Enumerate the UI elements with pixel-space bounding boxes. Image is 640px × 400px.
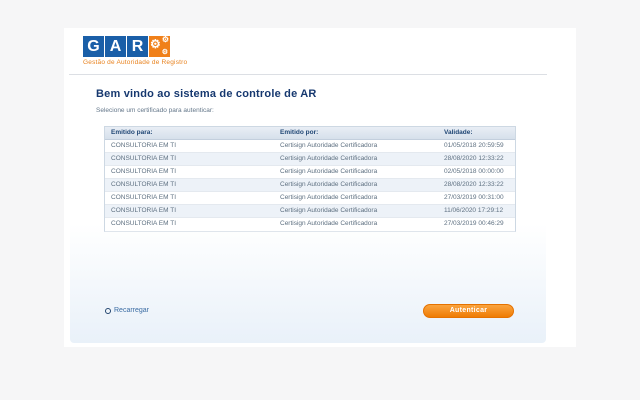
reload-link[interactable]: Recarregar [105, 307, 149, 314]
footer-controls: Recarregar Autenticar [104, 304, 516, 319]
cell-validade: 11/06/2020 17:29:12 [444, 207, 504, 214]
cell-validade: 01/05/2018 20:59:59 [444, 142, 504, 149]
cell-emitido-para: CONSULTORIA EM TI [111, 194, 177, 201]
cell-emitido-por: Certisign Autoridade Certificadora [280, 194, 378, 201]
cell-emitido-para: CONSULTORIA EM TI [111, 220, 177, 227]
cell-emitido-por: Certisign Autoridade Certificadora [280, 220, 378, 227]
certificate-table: Emitido para: Emitido por: Validade: CON… [104, 126, 516, 232]
logo-letter-g: G [83, 36, 104, 57]
gar-logo[interactable]: G A R ⚙ ⚙ ⚙ Gestão de Autoridade de Regi… [83, 36, 187, 66]
cell-emitido-para: CONSULTORIA EM TI [111, 168, 177, 175]
logo-letter-r: R [127, 36, 148, 57]
logo-letter-a: A [105, 36, 126, 57]
cell-emitido-para: CONSULTORIA EM TI [111, 142, 177, 149]
cell-validade: 27/03/2019 00:31:00 [444, 194, 504, 201]
table-header-row: Emitido para: Emitido por: Validade: [105, 127, 515, 140]
table-row[interactable]: CONSULTORIA EM TI Certisign Autoridade Ce… [105, 218, 515, 231]
header-divider [69, 74, 547, 75]
cell-emitido-por: Certisign Autoridade Certificadora [280, 181, 378, 188]
cell-emitido-por: Certisign Autoridade Certificadora [280, 168, 378, 175]
cell-emitido-por: Certisign Autoridade Certificadora [280, 207, 378, 214]
cell-validade: 28/08/2020 12:33:22 [444, 155, 504, 162]
logo-gear-box: ⚙ ⚙ ⚙ [149, 36, 170, 57]
table-body: CONSULTORIA EM TI Certisign Autoridade Ce… [105, 140, 515, 231]
table-row[interactable]: CONSULTORIA EM TI Certisign Autoridade Ce… [105, 153, 515, 166]
table-row[interactable]: CONSULTORIA EM TI Certisign Autoridade Ce… [105, 179, 515, 192]
content-card: G A R ⚙ ⚙ ⚙ Gestão de Autoridade de Regi… [64, 28, 576, 347]
gear-icon: ⚙ [161, 35, 169, 44]
cell-emitido-para: CONSULTORIA EM TI [111, 181, 177, 188]
cell-emitido-por: Certisign Autoridade Certificadora [280, 155, 378, 162]
table-row[interactable]: CONSULTORIA EM TI Certisign Autoridade Ce… [105, 205, 515, 218]
cell-validade: 27/03/2019 00:46:29 [444, 220, 504, 227]
cell-emitido-para: CONSULTORIA EM TI [111, 207, 177, 214]
authenticate-button[interactable]: Autenticar [423, 304, 514, 318]
cell-validade: 28/08/2020 12:33:22 [444, 181, 504, 188]
cell-validade: 02/05/2018 00:00:00 [444, 168, 504, 175]
page-background: { "logo": { "letters": ["G", "A", "R"], … [0, 0, 640, 400]
cell-emitido-por: Certisign Autoridade Certificadora [280, 142, 378, 149]
column-header-validade: Validade: [444, 129, 473, 136]
gear-icon: ⚙ [150, 37, 161, 51]
logo-tagline: Gestão de Autoridade de Registro [83, 59, 188, 66]
gear-icon: ⚙ [161, 49, 168, 56]
table-row[interactable]: CONSULTORIA EM TI Certisign Autoridade Ce… [105, 192, 515, 205]
cell-emitido-para: CONSULTORIA EM TI [111, 155, 177, 162]
column-header-emitido-para: Emitido para: [111, 129, 153, 136]
page-subtitle: Selecione um certificado para autenticar… [96, 107, 214, 114]
reload-label: Recarregar [114, 307, 150, 314]
table-row[interactable]: CONSULTORIA EM TI Certisign Autoridade Ce… [105, 140, 515, 153]
page-title: Bem vindo ao sistema de controle de AR [96, 88, 317, 100]
table-row[interactable]: CONSULTORIA EM TI Certisign Autoridade Ce… [105, 166, 515, 179]
refresh-icon [105, 307, 111, 314]
gar-logo-letters: G A R ⚙ ⚙ ⚙ [83, 36, 187, 57]
column-header-emitido-por: Emitido por: [280, 129, 319, 136]
